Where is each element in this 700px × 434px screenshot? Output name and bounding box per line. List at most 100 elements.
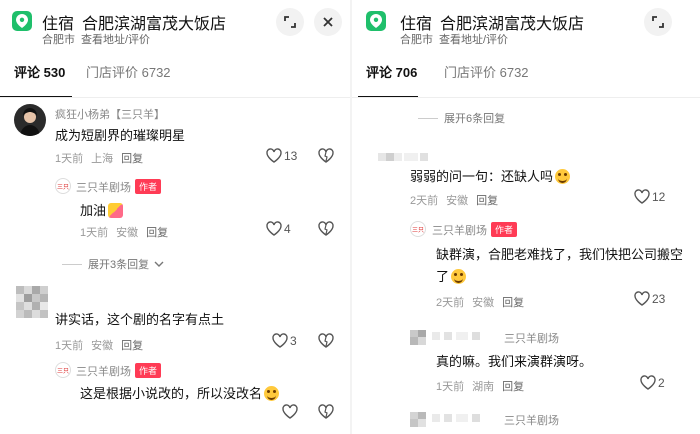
comment-location: 安徽 [91,340,114,352]
close-button[interactable] [314,8,342,36]
comment-text: 讲实话，这个剧的名字有点土 [55,312,225,327]
right-screenshot-panel: 住宿 合肥滨湖富茂大饭店 合肥市 查看地址/评价 评论 706 门店评价 6732 … [352,0,700,434]
reply-location: 安徽 [116,227,139,239]
username-redacted [378,152,434,162]
like-count: 12 [652,190,666,204]
like-button[interactable]: 12 [634,189,665,204]
comment-time: 2天前 [410,195,439,207]
location-line: 合肥市 查看地址/评价 [400,31,508,47]
comment-location: 安徽 [446,195,469,207]
reply-meta: 2天前 安徽 回复 [436,294,524,310]
reply-button[interactable]: 回复 [146,227,168,239]
tab-divider [352,97,700,98]
heart-icon [266,148,282,163]
tab-bar: 评论 530 门店评价 6732 [0,58,350,100]
location-pin-icon [366,11,386,31]
reply-button[interactable]: 回复 [476,195,498,207]
reply-button[interactable]: 回复 [502,297,524,309]
like-button[interactable]: 13 [266,148,297,163]
svg-text:三只: 三只 [57,184,69,191]
tab-comments[interactable]: 评论 530 [14,62,65,81]
reply-username[interactable]: 三只羊剧场 作者 [76,179,162,195]
like-count: 2 [658,376,665,390]
minimize-icon [652,16,664,28]
heart-icon [272,333,288,348]
city-label: 合肥市 [42,34,75,46]
svg-text:三只: 三只 [412,227,424,234]
like-count: 4 [284,222,291,236]
avatar[interactable]: 三只 [55,178,71,194]
expand-line [62,264,82,265]
username-redacted [432,331,492,341]
avatar[interactable]: 三只 [410,221,426,237]
reply-text-content: 了 [436,269,450,284]
comment-location: 上海 [91,153,114,165]
dislike-heart-icon[interactable] [318,404,334,419]
dislike-heart-icon[interactable] [318,148,334,163]
expand-label: 展开3条回复 [88,259,150,271]
comment-username[interactable]: 疯狂小杨弟【三只羊】 [55,106,165,122]
avatar[interactable] [16,286,48,318]
like-count: 23 [652,292,666,306]
reply-time: 2天前 [436,297,465,309]
expand-line [418,118,438,119]
reply-time: 1天前 [80,227,109,239]
reply-text-line2: 了 [436,266,467,285]
location-pin-icon [12,11,32,31]
comment-time: 1天前 [55,340,84,352]
gift-emoji-icon [108,203,124,218]
reply-username[interactable]: 三只羊剧场 作者 [76,363,162,379]
reply-to-username[interactable]: 三只羊剧场 [504,412,559,428]
view-address-link[interactable]: 查看地址/评价 [439,34,508,46]
reply-button[interactable]: 回复 [502,381,524,393]
reply-text-content: 加油 [80,203,107,218]
close-icon [323,17,333,27]
username-redacted [432,413,492,423]
avatar[interactable]: 三只 [55,362,71,378]
view-address-link[interactable]: 查看地址/评价 [81,34,150,46]
avatar[interactable] [410,412,428,427]
expand-replies-button[interactable]: 展开6条回复 [418,110,505,126]
header: 住宿 合肥滨湖富茂大饭店 合肥市 查看地址/评价 [352,0,700,50]
reply-button[interactable]: 回复 [121,340,143,352]
like-count: 13 [284,149,298,163]
reply-location: 湖南 [472,381,495,393]
dislike-heart-icon[interactable] [318,221,334,236]
like-button[interactable]: 2 [640,375,665,390]
comment-text: 弱弱的问一句：还缺人吗 [410,166,571,185]
reply-username[interactable]: 三只羊剧场 作者 [432,222,518,238]
heart-icon[interactable] [282,404,298,419]
comment-meta: 1天前 上海 回复 [55,150,143,166]
comment-meta: 1天前 安徽 回复 [55,337,143,353]
like-button[interactable]: 4 [266,221,291,236]
expand-label: 展开6条回复 [444,113,506,125]
reply-author-name: 三只羊剧场 [432,225,487,237]
reply-to-username[interactable]: 三只羊剧场 [504,330,559,346]
reply-location: 安徽 [472,297,495,309]
reply-meta: 1天前 安徽 回复 [80,224,168,240]
tab-divider [0,97,350,98]
heart-icon [634,291,650,306]
avatar[interactable] [410,330,428,345]
dislike-heart-icon[interactable] [318,333,334,348]
like-button[interactable]: 23 [634,291,665,306]
reply-author-name: 三只羊剧场 [76,182,131,194]
expand-replies-button[interactable]: 展开3条回复 [62,256,164,272]
author-badge: 作者 [135,179,162,194]
heart-icon [634,189,650,204]
reply-time: 1天前 [436,381,465,393]
reply-button[interactable]: 回复 [121,153,143,165]
comment-text-content: 弱弱的问一句：还缺人吗 [410,169,554,184]
minimize-button[interactable] [644,8,672,36]
laughing-emoji-icon [451,269,467,284]
reply-text-line1: 缺群演，合肥老难找了，我们快把公司搬空 [436,247,684,262]
tab-store-reviews[interactable]: 门店评价 6732 [86,62,171,81]
tab-comments[interactable]: 评论 706 [366,62,417,81]
svg-text:三只: 三只 [57,368,69,375]
tab-bar: 评论 706 门店评价 6732 [352,58,700,100]
minimize-button[interactable] [276,8,304,36]
tab-store-reviews[interactable]: 门店评价 6732 [444,62,529,81]
like-button[interactable]: 3 [272,333,297,348]
avatar[interactable] [14,104,46,136]
heart-icon [266,221,282,236]
